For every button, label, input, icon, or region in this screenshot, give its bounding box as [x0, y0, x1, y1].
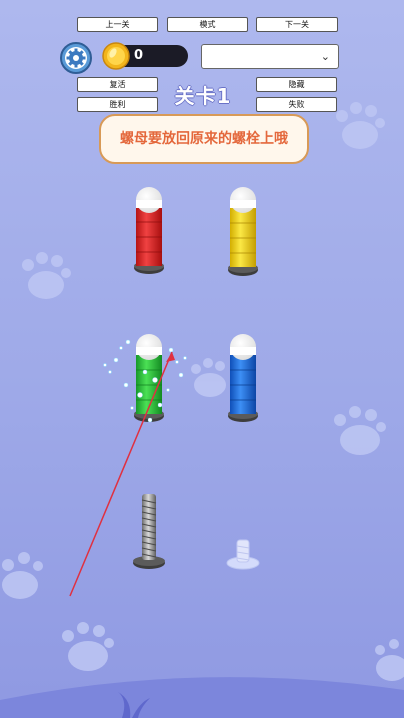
game-board — [69, 187, 260, 597]
bolt-yellow[interactable] — [228, 187, 258, 276]
bolt-green[interactable] — [103, 334, 187, 423]
bolt-empty-base[interactable] — [226, 539, 260, 570]
bolt-grey-screw[interactable] — [133, 494, 165, 569]
bolt-red[interactable] — [134, 187, 164, 274]
bolt-blue[interactable] — [228, 334, 258, 422]
